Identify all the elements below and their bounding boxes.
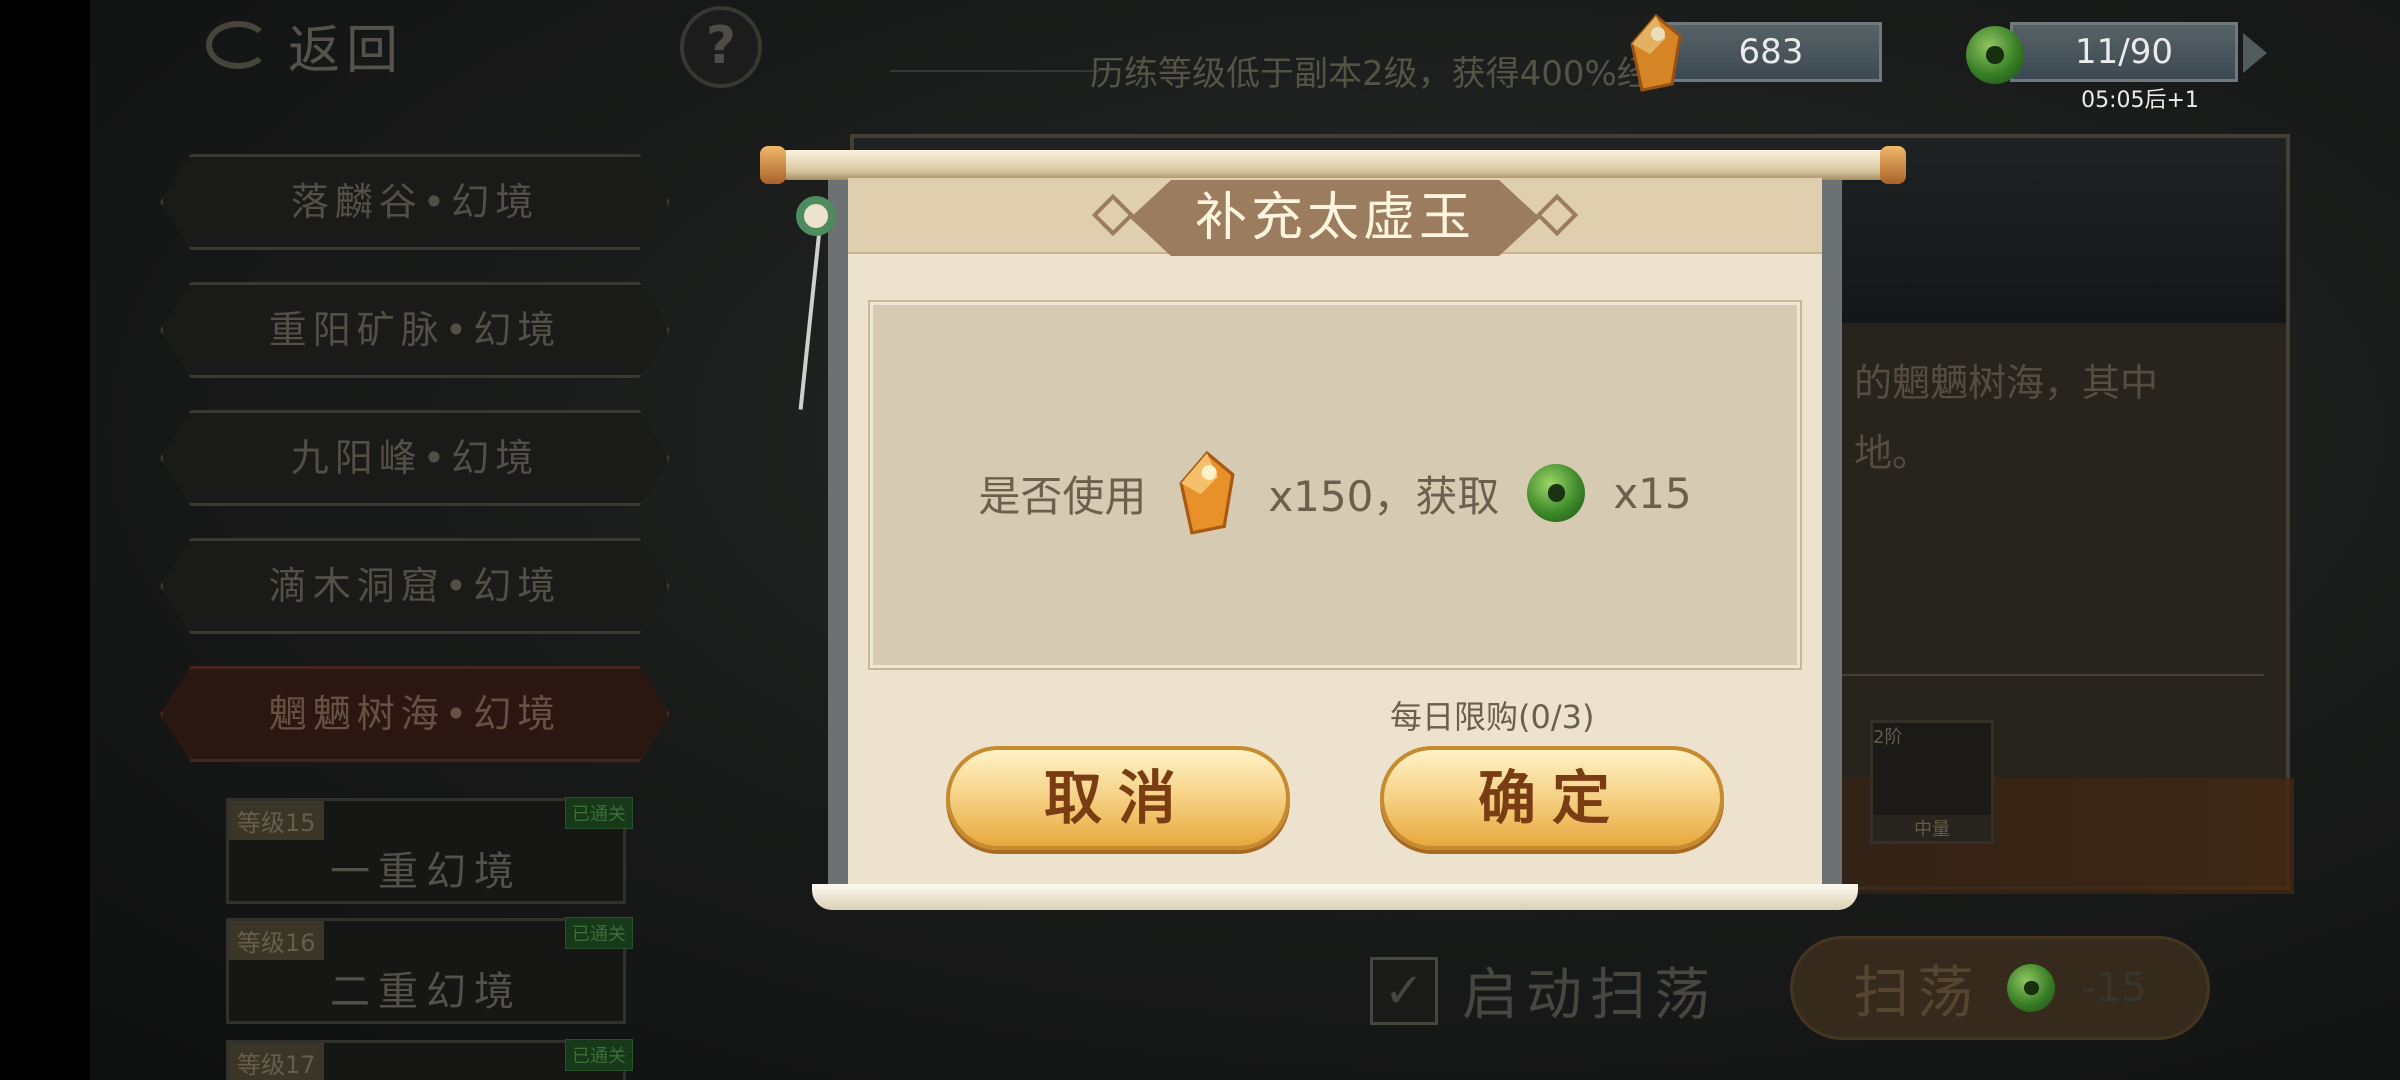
- rod-end-left: [760, 146, 786, 184]
- jade-gain-text: x15: [1613, 468, 1692, 518]
- jade-pendant-icon: [796, 196, 836, 236]
- modal-content-box: 是否使用 x150，获取 x15: [868, 300, 1802, 670]
- orange-crystal-icon: [1179, 451, 1235, 535]
- crystal-cost-text: x150，获取: [1268, 471, 1500, 521]
- scroll-rod: [774, 150, 1894, 180]
- cancel-button[interactable]: 取消: [946, 746, 1290, 850]
- scroll-bottom-edge: [812, 884, 1858, 910]
- rod-end-right: [1880, 146, 1906, 184]
- green-jade-icon: [1527, 464, 1586, 522]
- daily-limit: 每日限购(0/3): [1390, 698, 1595, 736]
- exchange-question: 是否使用 x150，获取 x15: [873, 451, 1797, 535]
- game-screen: 返回 ? 历练等级低于副本2级，获得400%经 683 11/90 05:05后…: [90, 0, 2400, 1080]
- question-prefix: 是否使用: [978, 471, 1147, 521]
- confirm-button[interactable]: 确定: [1380, 746, 1724, 850]
- modal-title: 补充太虚玉: [1130, 180, 1540, 256]
